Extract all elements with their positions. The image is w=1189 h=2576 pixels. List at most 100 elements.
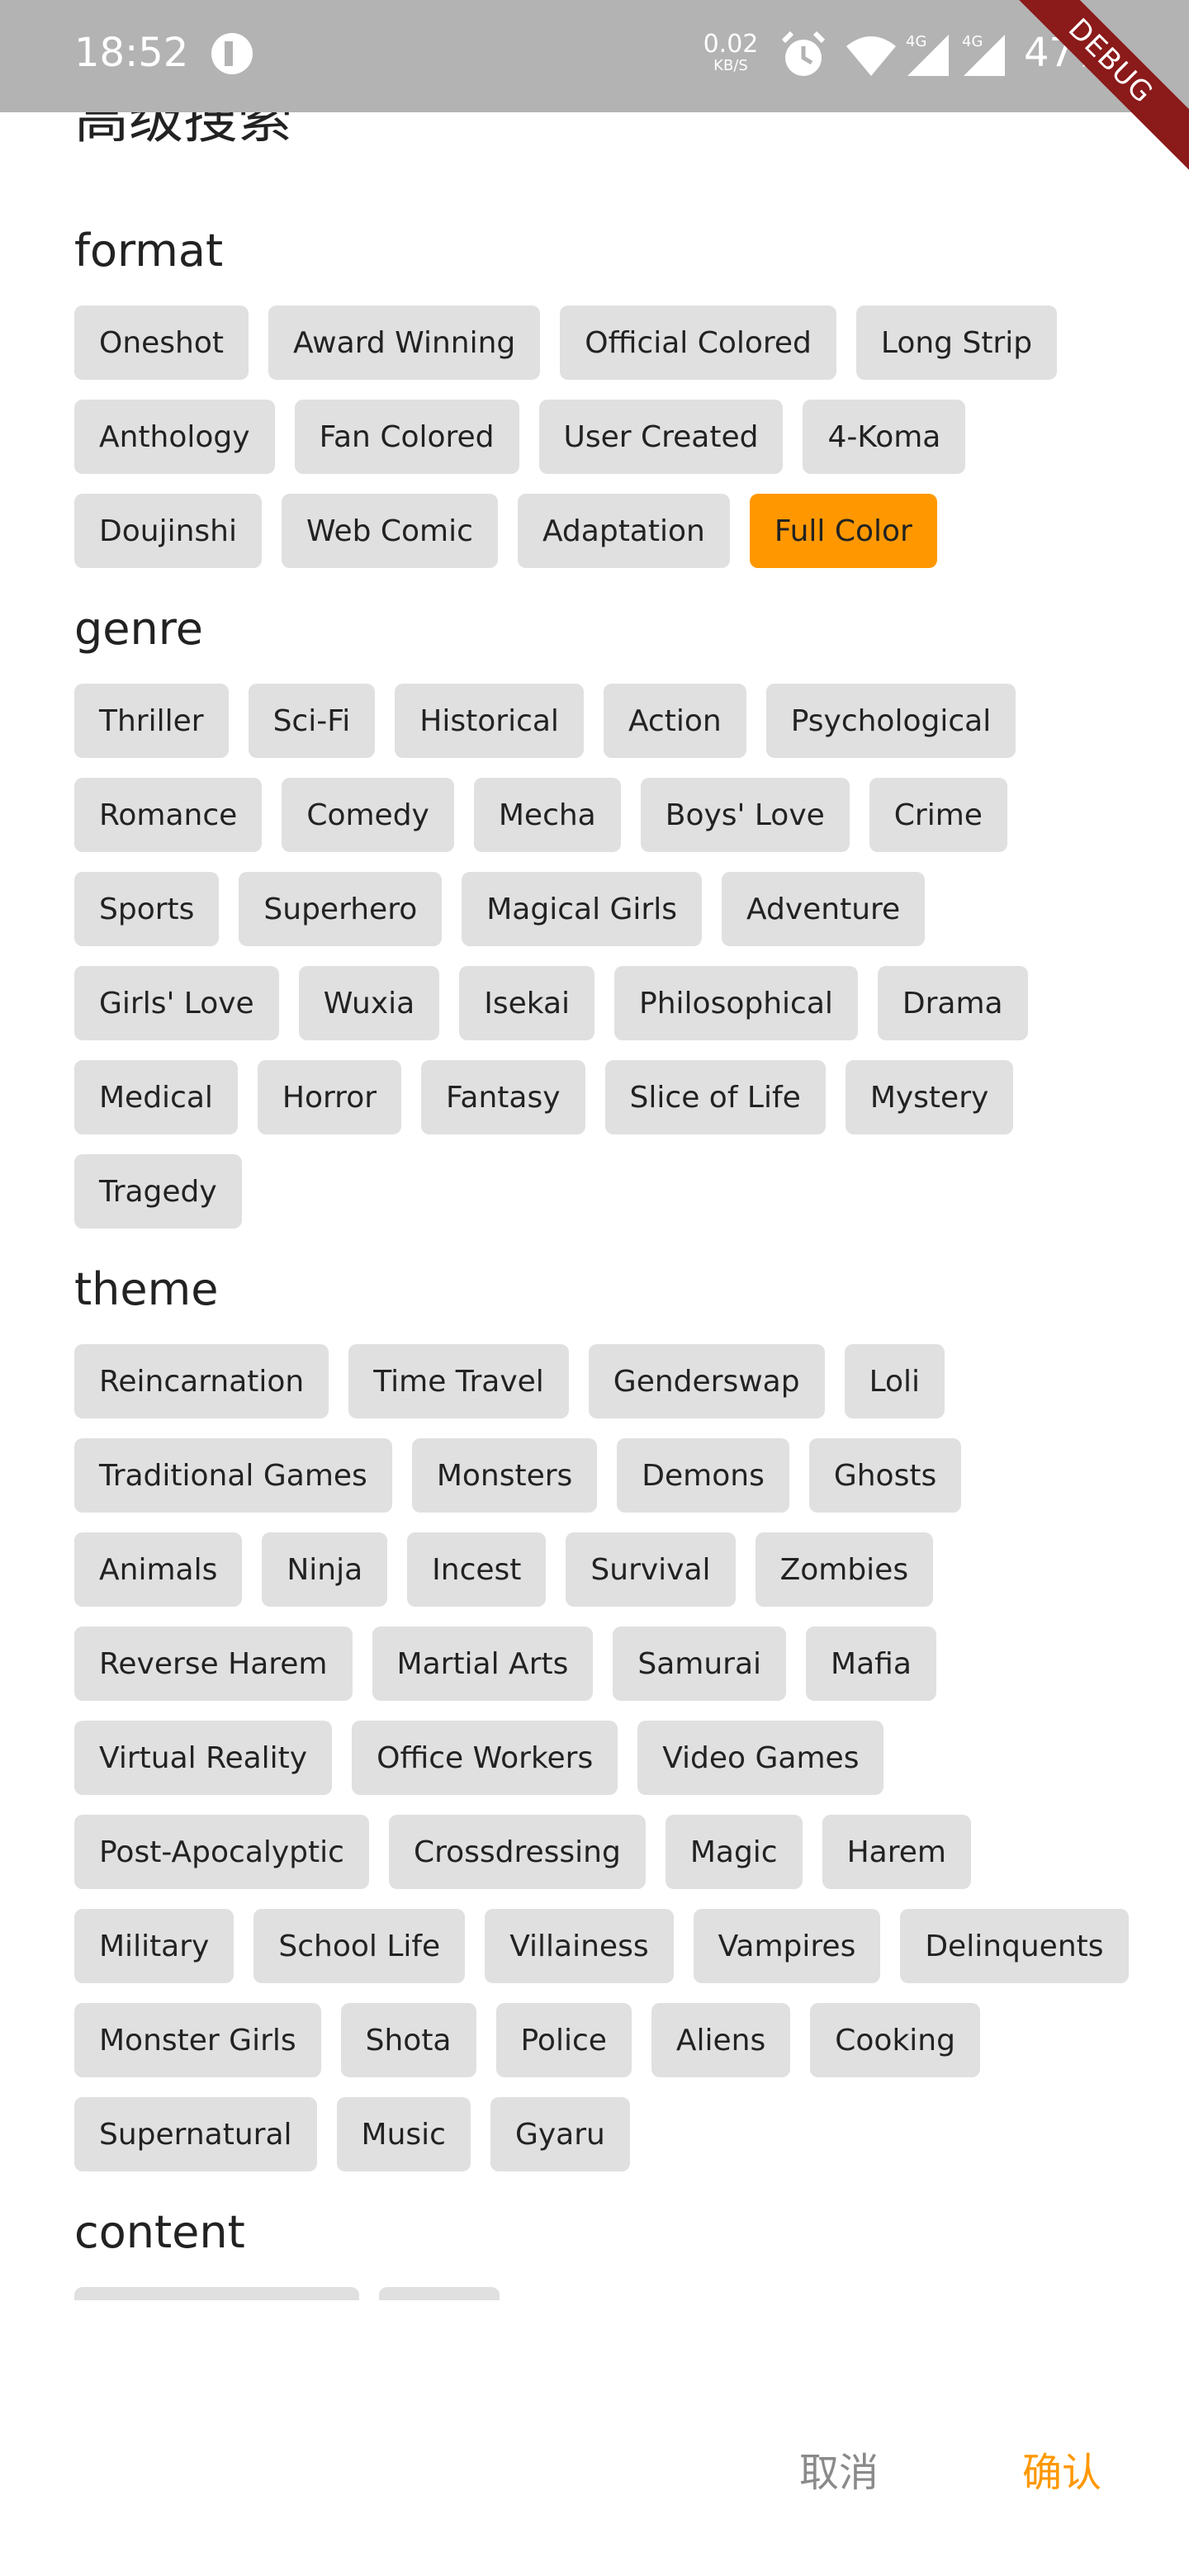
tag-chip[interactable]: Ghosts <box>808 1438 962 1513</box>
app-notification-icon <box>211 33 253 74</box>
tag-chip[interactable]: Crime <box>869 778 1007 852</box>
tag-chip[interactable]: Monsters <box>411 1438 598 1513</box>
tag-chip[interactable]: Official Colored <box>560 305 836 380</box>
tag-chip[interactable]: Aliens <box>651 2003 791 2077</box>
svg-text:4G: 4G <box>906 33 926 50</box>
tag-chip[interactable]: Music <box>336 2097 471 2171</box>
tag-chip[interactable]: Drama <box>877 966 1028 1040</box>
tag-chip[interactable]: Philosophical <box>614 966 858 1040</box>
signal-icon-2: 4G <box>962 33 1005 76</box>
tag-chip[interactable]: Time Travel <box>348 1344 569 1418</box>
section-title: format <box>74 225 224 277</box>
tag-chip[interactable]: Supernatural <box>74 2097 317 2171</box>
tag-chip[interactable]: Martial Arts <box>372 1627 594 1701</box>
tag-chip[interactable]: Police <box>495 2003 632 2077</box>
tag-chip[interactable]: Traditional Games <box>74 1438 392 1513</box>
tag-chip[interactable]: Vampires <box>693 1909 881 1983</box>
alarm-icon <box>781 31 826 76</box>
tag-chip[interactable]: Horror <box>257 1060 402 1134</box>
tag-chip[interactable]: Isekai <box>459 966 595 1040</box>
section-title: content <box>74 2206 245 2258</box>
tag-chip[interactable]: Sports <box>74 872 220 946</box>
tag-chip[interactable]: Zombies <box>755 1532 934 1607</box>
tag-chip[interactable]: Shota <box>340 2003 476 2077</box>
tag-chip[interactable]: Tragedy <box>74 1154 242 1229</box>
network-speed-value: 0.02 <box>703 30 759 59</box>
tag-chip[interactable]: Medical <box>74 1060 238 1134</box>
tag-chip[interactable]: Award Winning <box>268 305 541 380</box>
tag-chip[interactable]: Gore <box>378 2287 500 2300</box>
tag-chip[interactable]: Demons <box>617 1438 789 1513</box>
cancel-button[interactable]: 取消 <box>799 2444 879 2502</box>
tag-chip[interactable]: Gyaru <box>490 2097 630 2171</box>
tag-chip[interactable]: Historical <box>395 684 584 758</box>
status-bar: 18:52 0.02 KB/S 4G 4G 47% <box>0 0 1189 112</box>
tag-group: Oneshot Award Winning Official Colored Long… <box>74 305 1148 568</box>
tag-chip[interactable]: Oneshot <box>74 305 249 380</box>
tag-chip[interactable]: Psychological <box>765 684 1016 758</box>
tag-chip[interactable]: Villainess <box>485 1909 674 1983</box>
tag-chip[interactable]: Ninja <box>262 1532 388 1607</box>
tag-chip[interactable]: Harem <box>822 1815 971 1889</box>
section-content: content Sexual Violence Gore <box>74 2203 1148 2300</box>
tag-chip[interactable]: Doujinshi <box>74 494 262 568</box>
confirm-button[interactable]: 确认 <box>1022 2444 1101 2502</box>
tag-chip[interactable]: Slice of Life <box>604 1060 826 1134</box>
network-speed-unit: KB/S <box>713 57 748 74</box>
tag-chip[interactable]: Wuxia <box>298 966 440 1040</box>
tag-chip[interactable]: Thriller <box>74 684 229 758</box>
tag-chip[interactable]: Loli <box>844 1344 945 1418</box>
tag-chip[interactable]: Mystery <box>845 1060 1014 1134</box>
tag-group: Thriller Sci-Fi Historical Action Psychologi… <box>74 684 1148 1229</box>
tag-chip[interactable]: Samurai <box>613 1627 787 1701</box>
tag-chip[interactable]: Monster Girls <box>74 2003 321 2077</box>
tag-chip[interactable]: Crossdressing <box>388 1815 646 1889</box>
tag-chip[interactable]: Adaptation <box>517 494 730 568</box>
tag-chip[interactable]: Magical Girls <box>462 872 702 946</box>
tag-chip[interactable]: Fantasy <box>421 1060 585 1134</box>
tag-group: Sexual Violence Gore <box>74 2287 1148 2300</box>
tag-chip[interactable]: Sci-Fi <box>248 684 376 758</box>
tag-chip[interactable]: Office Workers <box>352 1721 618 1795</box>
tag-chip[interactable]: Video Games <box>637 1721 884 1795</box>
tag-chip[interactable]: Romance <box>74 778 263 852</box>
svg-text:4G: 4G <box>962 33 983 50</box>
tag-chip[interactable]: Mafia <box>806 1627 936 1701</box>
section-title: theme <box>74 1263 219 1315</box>
tag-chip[interactable]: Comedy <box>282 778 454 852</box>
tag-chip[interactable]: User Created <box>538 400 784 474</box>
tag-chip[interactable]: Anthology <box>74 400 275 474</box>
tag-chip[interactable]: Long Strip <box>855 305 1058 380</box>
network-speed: 0.02 KB/S <box>702 31 760 74</box>
tag-chip[interactable]: Post-Apocalyptic <box>74 1815 369 1889</box>
tag-chip[interactable]: Boys' Love <box>640 778 850 852</box>
tag-chip[interactable]: Girls' Love <box>74 966 279 1040</box>
tag-chip[interactable]: Military <box>74 1909 234 1983</box>
tag-chip[interactable]: Genderswap <box>588 1344 825 1418</box>
tag-chip[interactable]: Fan Colored <box>294 400 519 474</box>
tag-chip[interactable]: Full Color <box>749 494 937 568</box>
section-genre: genre Thriller Sci-Fi Historical Action Psych… <box>74 599 1148 1229</box>
section-title: genre <box>74 603 203 655</box>
tag-chip[interactable]: School Life <box>253 1909 466 1983</box>
tag-chip[interactable]: Cooking <box>810 2003 980 2077</box>
tag-chip[interactable]: 4-Koma <box>803 400 966 474</box>
tag-chip[interactable]: Adventure <box>721 872 926 946</box>
tag-chip[interactable]: Virtual Reality <box>74 1721 333 1795</box>
section-theme: theme Reincarnation Time Travel Genderswap L… <box>74 1260 1148 2171</box>
tag-chip[interactable]: Magic <box>665 1815 803 1889</box>
tag-chip[interactable]: Delinquents <box>900 1909 1129 1983</box>
tag-chip[interactable]: Mecha <box>473 778 621 852</box>
tag-chip[interactable]: Action <box>603 684 746 758</box>
tag-chip[interactable]: Incest <box>407 1532 547 1607</box>
tag-chip[interactable]: Superhero <box>239 872 443 946</box>
tag-chip[interactable]: Survival <box>566 1532 736 1607</box>
tag-chip[interactable]: Sexual Violence <box>74 2287 359 2300</box>
tag-group: Reincarnation Time Travel Genderswap Loli Tr… <box>74 1344 1148 2171</box>
tag-chip[interactable]: Web Comic <box>281 494 498 568</box>
tag-chip[interactable]: Reverse Harem <box>74 1627 353 1701</box>
filter-list[interactable]: format Oneshot Award Winning Official Color… <box>74 190 1148 2300</box>
tag-chip[interactable]: Animals <box>74 1532 243 1607</box>
section-format: format Oneshot Award Winning Official Color… <box>74 221 1148 568</box>
tag-chip[interactable]: Reincarnation <box>74 1344 329 1418</box>
